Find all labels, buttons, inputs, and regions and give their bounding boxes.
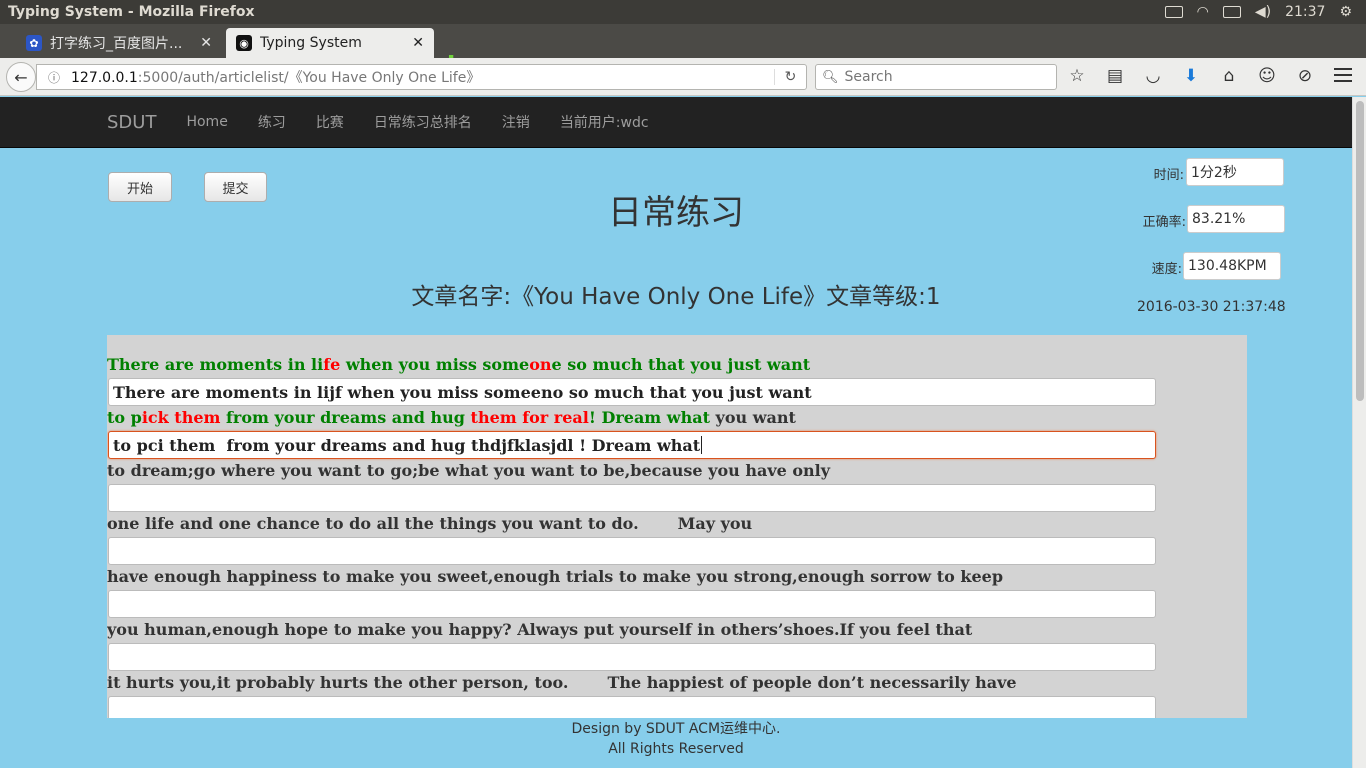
- source-text-segment: to dream;go where you want to go;be what…: [107, 461, 831, 480]
- tab-label: Typing System: [260, 35, 362, 51]
- home-icon[interactable]: ⌂: [1218, 66, 1240, 86]
- timestamp: 2016-03-30 21:37:48: [1137, 299, 1286, 315]
- nav-home[interactable]: Home: [186, 114, 227, 130]
- nav-ranking[interactable]: 日常练习总排名: [374, 112, 472, 132]
- source-text-line: to pick them from your dreams and hug th…: [107, 408, 796, 427]
- tab-strip: ✿ 打字练习_百度图片... ✕ ◉ Typing System ✕ ✚: [0, 24, 1366, 76]
- keyboard-icon[interactable]: [1164, 6, 1183, 18]
- typing-input-field[interactable]: [108, 590, 1156, 618]
- search-icon: 🔍︎: [822, 69, 839, 85]
- page-viewport: SDUT Home 练习 比赛 日常练习总排名 注销 当前用户:wdc 开始 提…: [0, 97, 1352, 768]
- typed-text: to pci them from your dreams and hug thd…: [113, 435, 701, 455]
- typing-input-field[interactable]: There are moments in lijf when you miss …: [108, 378, 1156, 406]
- system-tray: ◠ ◀) 21:37 ⚙: [1164, 4, 1366, 20]
- source-text-segment: when you miss some: [340, 355, 530, 374]
- typed-text: There are moments in lijf when you miss …: [113, 382, 812, 402]
- ubuntu-favicon-icon: ◉: [236, 35, 252, 51]
- time-label: 时间:: [1153, 168, 1184, 183]
- source-text-line: you human,enough hope to make you happy?…: [107, 620, 972, 639]
- current-user: 当前用户:wdc: [559, 115, 649, 131]
- accuracy-label: 正确率:: [1142, 215, 1186, 230]
- source-text-segment: you want: [709, 408, 796, 427]
- source-text-segment: on: [529, 355, 552, 374]
- site-navbar: SDUT Home 练习 比赛 日常练习总排名 注销 当前用户:wdc: [0, 97, 1352, 148]
- url-bar[interactable]: ⓘ 127.0.0.1:5000/auth/articlelist/《You H…: [36, 64, 807, 90]
- page-scrollbar[interactable]: [1352, 97, 1366, 768]
- url-path: :5000/auth/articlelist/《You Have Only On…: [137, 70, 481, 86]
- download-arrow-icon[interactable]: ⬇: [1180, 66, 1202, 86]
- toolbar-icons: ☆ ▤ ◡ ⬇ ⌂ ☺ ⊘: [1066, 66, 1316, 86]
- speed-field: 130.48KPM: [1183, 252, 1281, 280]
- no-entry-icon[interactable]: ⊘: [1294, 66, 1316, 86]
- close-tab-icon[interactable]: ✕: [412, 35, 424, 51]
- source-text-segment: There are moments in li: [107, 355, 324, 374]
- source-text-segment: e: [551, 355, 562, 374]
- url-host: 127.0.0.1: [71, 70, 138, 86]
- source-text-segment: ck them: [147, 408, 221, 427]
- tab-typing-system[interactable]: ◉ Typing System ✕: [226, 28, 434, 58]
- source-text-line: have enough happiness to make you sweet,…: [107, 567, 1003, 586]
- source-text-line: to dream;go where you want to go;be what…: [107, 461, 830, 480]
- time-field: 1分2秒: [1186, 158, 1284, 186]
- tab-label: 打字练习_百度图片...: [50, 36, 183, 52]
- url-text[interactable]: 127.0.0.1:5000/auth/articlelist/《You Hav…: [65, 67, 774, 87]
- info-icon[interactable]: ⓘ: [43, 69, 65, 86]
- typing-area: There are moments in life when you miss …: [107, 335, 1247, 718]
- settings-gear-icon[interactable]: ⚙: [1339, 4, 1352, 20]
- source-text-segment: one life and one chance to do all the th…: [107, 514, 753, 533]
- reload-icon[interactable]: ↻: [774, 69, 806, 85]
- close-tab-icon[interactable]: ✕: [200, 35, 212, 51]
- brand-link[interactable]: SDUT: [107, 112, 156, 133]
- source-text-segment: from your dreams and hug: [220, 408, 471, 427]
- search-placeholder: Search: [844, 69, 893, 85]
- os-top-bar: Typing System - Mozilla Firefox ◠ ◀) 21:…: [0, 0, 1366, 24]
- volume-icon[interactable]: ◀): [1255, 4, 1271, 20]
- source-text-segment: ! Dream what: [588, 408, 710, 427]
- typing-input-field[interactable]: [108, 696, 1156, 718]
- source-text-segment: to p: [107, 408, 142, 427]
- nav-logout[interactable]: 注销: [502, 112, 530, 132]
- typing-input-field[interactable]: [108, 537, 1156, 565]
- source-text-line: There are moments in life when you miss …: [107, 355, 810, 374]
- nav-practice[interactable]: 练习: [258, 112, 286, 132]
- source-text-line: it hurts you,it probably hurts the other…: [107, 673, 1017, 692]
- nav-contest[interactable]: 比赛: [316, 112, 344, 132]
- source-text-segment: them for real: [470, 408, 589, 427]
- battery-icon[interactable]: [1222, 6, 1241, 18]
- source-text-segment: you human,enough hope to make you happy?…: [107, 620, 973, 639]
- source-text-segment: fe: [323, 355, 341, 374]
- source-text-segment: so much that you just want: [561, 355, 811, 374]
- smiley-icon[interactable]: ☺: [1256, 66, 1278, 86]
- typing-input-field[interactable]: to pci them from your dreams and hug thd…: [108, 431, 1156, 459]
- typing-input-field[interactable]: [108, 484, 1156, 512]
- accuracy-field: 83.21%: [1187, 205, 1285, 233]
- footer: Design by SDUT ACM运维中心. All Rights Reser…: [0, 719, 1352, 759]
- clock[interactable]: 21:37: [1285, 4, 1325, 20]
- typing-input-field[interactable]: [108, 643, 1156, 671]
- source-text-segment: it hurts you,it probably hurts the other…: [107, 673, 1017, 692]
- paw-icon: ✿: [26, 35, 42, 51]
- speed-label: 速度:: [1151, 262, 1182, 277]
- bookmark-star-icon[interactable]: ☆: [1066, 66, 1088, 86]
- hamburger-menu-icon[interactable]: [1334, 68, 1352, 86]
- back-arrow-icon[interactable]: ←: [6, 62, 36, 92]
- reading-list-icon[interactable]: ▤: [1104, 66, 1126, 86]
- browser-toolbar: ← ⓘ 127.0.0.1:5000/auth/articlelist/《You…: [0, 58, 1366, 96]
- pocket-icon[interactable]: ◡: [1142, 66, 1164, 86]
- wifi-icon[interactable]: ◠: [1197, 4, 1209, 20]
- tab-baidu-images[interactable]: ✿ 打字练习_百度图片... ✕: [16, 28, 222, 58]
- footer-rights: All Rights Reserved: [608, 741, 744, 757]
- footer-credit: Design by SDUT ACM运维中心.: [571, 721, 781, 737]
- source-text-line: one life and one chance to do all the th…: [107, 514, 752, 533]
- text-caret: [701, 436, 703, 454]
- scrollbar-thumb[interactable]: [1356, 101, 1364, 401]
- search-input[interactable]: 🔍︎ Search: [815, 64, 1057, 90]
- window-title: Typing System - Mozilla Firefox: [8, 4, 255, 20]
- source-text-segment: have enough happiness to make you sweet,…: [107, 567, 1004, 586]
